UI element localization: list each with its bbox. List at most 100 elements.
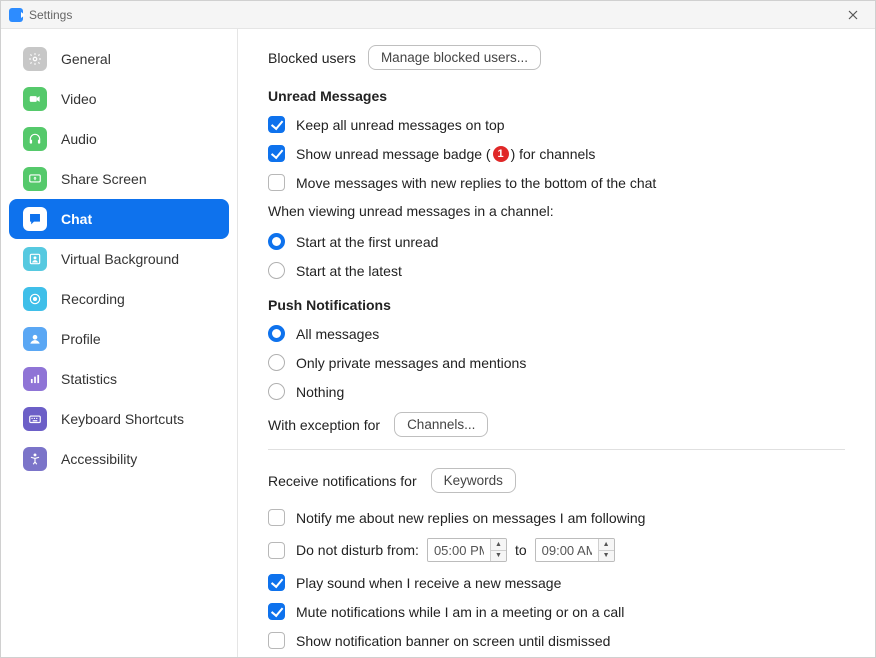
spinner-up-icon[interactable]: ▲ (599, 539, 614, 551)
option-label: Mute notifications while I am in a meeti… (296, 604, 624, 620)
option-label: Show notification banner on screen until… (296, 633, 610, 649)
exception-for-label: With exception for (268, 417, 380, 433)
unread-badge: 1 (493, 146, 509, 162)
dnd-option[interactable]: Do not disturb from: ▲ ▼ to ▲ ▼ (268, 538, 845, 562)
notify-replies-option[interactable]: Notify me about new replies on messages … (268, 509, 845, 526)
title-bar: Settings (1, 1, 875, 29)
blocked-users-label: Blocked users (268, 50, 356, 66)
sidebar-item-general[interactable]: General (9, 39, 229, 79)
window-title: Settings (29, 8, 839, 22)
option-label: Keep all unread messages on top (296, 117, 505, 133)
option-label-pre: Show unread message badge ( (296, 146, 491, 162)
radio-unselected-icon (268, 383, 285, 400)
recording-icon (23, 287, 47, 311)
option-label: Nothing (296, 384, 344, 400)
sidebar-item-label: Statistics (61, 371, 117, 387)
sidebar-item-audio[interactable]: Audio (9, 119, 229, 159)
sidebar-item-label: Virtual Background (61, 251, 179, 267)
sidebar-item-label: Share Screen (61, 171, 147, 187)
checkbox-checked-icon (268, 116, 285, 133)
sidebar: General Video Audio Share Screen (1, 29, 238, 657)
option-label: Start at the first unread (296, 234, 438, 250)
sidebar-item-profile[interactable]: Profile (9, 319, 229, 359)
keyboard-icon (23, 407, 47, 431)
sidebar-item-share-screen[interactable]: Share Screen (9, 159, 229, 199)
accessibility-icon (23, 447, 47, 471)
sidebar-item-label: Chat (61, 211, 92, 227)
push-notifications-heading: Push Notifications (268, 297, 845, 313)
push-all-option[interactable]: All messages (268, 325, 845, 342)
sidebar-item-label: General (61, 51, 111, 67)
start-latest-option[interactable]: Start at the latest (268, 262, 845, 279)
checkbox-unchecked-icon (268, 632, 285, 649)
viewing-channel-label: When viewing unread messages in a channe… (268, 203, 845, 219)
radio-selected-icon (268, 325, 285, 342)
sidebar-item-label: Profile (61, 331, 101, 347)
option-label: Move messages with new replies to the bo… (296, 175, 656, 191)
headphones-icon (23, 127, 47, 151)
radio-unselected-icon (268, 262, 285, 279)
checkbox-checked-icon (268, 603, 285, 620)
content-pane[interactable]: Blocked users Manage blocked users... Un… (238, 29, 875, 657)
sidebar-item-label: Keyboard Shortcuts (61, 411, 184, 427)
sidebar-item-statistics[interactable]: Statistics (9, 359, 229, 399)
app-icon (9, 8, 23, 22)
option-label: Start at the latest (296, 263, 402, 279)
keep-unread-on-top-option[interactable]: Keep all unread messages on top (268, 116, 845, 133)
sidebar-item-video[interactable]: Video (9, 79, 229, 119)
keywords-button[interactable]: Keywords (431, 468, 516, 493)
close-button[interactable] (839, 1, 867, 28)
sidebar-item-label: Recording (61, 291, 125, 307)
radio-selected-icon (268, 233, 285, 250)
push-private-option[interactable]: Only private messages and mentions (268, 354, 845, 371)
divider (268, 449, 845, 450)
receive-notifications-label: Receive notifications for (268, 473, 417, 489)
radio-unselected-icon (268, 354, 285, 371)
checkbox-checked-icon (268, 145, 285, 162)
dnd-from-label: Do not disturb from: (296, 542, 419, 558)
checkbox-checked-icon (268, 574, 285, 591)
manage-blocked-users-button[interactable]: Manage blocked users... (368, 45, 541, 70)
checkbox-unchecked-icon (268, 509, 285, 526)
sidebar-item-accessibility[interactable]: Accessibility (9, 439, 229, 479)
settings-window: Settings General Video A (0, 0, 876, 658)
option-label: All messages (296, 326, 379, 342)
sidebar-item-label: Audio (61, 131, 97, 147)
video-icon (23, 87, 47, 111)
spinner-down-icon[interactable]: ▼ (491, 551, 506, 562)
option-label: Only private messages and mentions (296, 355, 526, 371)
start-first-unread-option[interactable]: Start at the first unread (268, 233, 845, 250)
sidebar-item-keyboard-shortcuts[interactable]: Keyboard Shortcuts (9, 399, 229, 439)
push-nothing-option[interactable]: Nothing (268, 383, 845, 400)
sidebar-item-label: Accessibility (61, 451, 137, 467)
show-unread-badge-option[interactable]: Show unread message badge ( 1 ) for chan… (268, 145, 845, 162)
checkbox-unchecked-icon (268, 542, 285, 559)
spinner-up-icon[interactable]: ▲ (491, 539, 506, 551)
share-screen-icon (23, 167, 47, 191)
sidebar-item-virtual-background[interactable]: Virtual Background (9, 239, 229, 279)
sidebar-item-chat[interactable]: Chat (9, 199, 229, 239)
sidebar-item-recording[interactable]: Recording (9, 279, 229, 319)
close-icon (848, 10, 858, 20)
virtual-background-icon (23, 247, 47, 271)
move-new-replies-bottom-option[interactable]: Move messages with new replies to the bo… (268, 174, 845, 191)
dnd-from-spinner[interactable]: ▲ ▼ (427, 538, 507, 562)
dnd-to-label: to (515, 542, 527, 558)
option-label: Notify me about new replies on messages … (296, 510, 645, 526)
sidebar-item-label: Video (61, 91, 97, 107)
dnd-to-spinner[interactable]: ▲ ▼ (535, 538, 615, 562)
show-banner-option[interactable]: Show notification banner on screen until… (268, 632, 845, 649)
checkbox-unchecked-icon (268, 174, 285, 191)
spinner-down-icon[interactable]: ▼ (599, 551, 614, 562)
option-label-post: ) for channels (511, 146, 596, 162)
profile-icon (23, 327, 47, 351)
gear-icon (23, 47, 47, 71)
play-sound-option[interactable]: Play sound when I receive a new message (268, 574, 845, 591)
mute-in-meeting-option[interactable]: Mute notifications while I am in a meeti… (268, 603, 845, 620)
chat-icon (23, 207, 47, 231)
channels-button[interactable]: Channels... (394, 412, 488, 437)
unread-messages-heading: Unread Messages (268, 88, 845, 104)
option-label: Play sound when I receive a new message (296, 575, 561, 591)
dnd-from-input[interactable] (428, 539, 490, 561)
dnd-to-input[interactable] (536, 539, 598, 561)
